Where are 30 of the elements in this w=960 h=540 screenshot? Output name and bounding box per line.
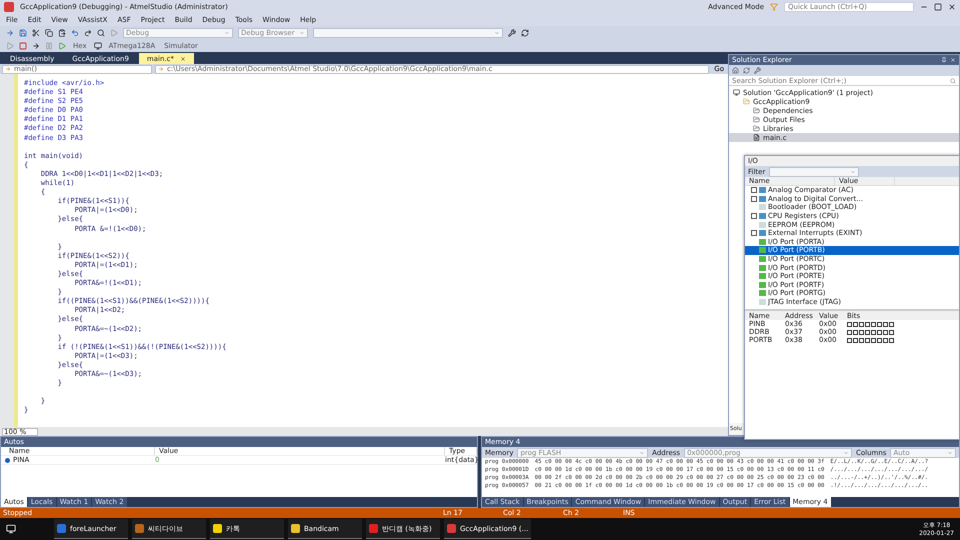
copy-icon[interactable]	[45, 28, 53, 36]
expand-icon[interactable]	[751, 230, 757, 236]
cut-icon[interactable]	[32, 28, 40, 36]
arrow-icon	[5, 66, 11, 72]
variable-icon	[5, 458, 10, 462]
home-icon[interactable]	[732, 67, 739, 74]
expand-icon[interactable]	[751, 213, 757, 220]
register-bits	[847, 322, 894, 327]
solution-icon	[733, 89, 740, 96]
pin-icon[interactable]	[941, 57, 947, 63]
paste-icon[interactable]	[58, 28, 66, 36]
wrench-icon[interactable]	[508, 28, 516, 36]
search-icon[interactable]	[97, 28, 105, 36]
step-icon[interactable]	[32, 42, 40, 50]
monitor-icon[interactable]	[94, 42, 102, 50]
stop-icon[interactable]	[19, 42, 27, 50]
maximize-icon[interactable]	[934, 3, 942, 11]
app-logo-icon	[4, 2, 14, 12]
redo-icon[interactable]	[84, 28, 92, 36]
save-icon[interactable]	[19, 28, 27, 36]
register-bits	[847, 330, 894, 335]
refresh-icon[interactable]	[521, 28, 529, 36]
arrow-icon	[158, 66, 164, 72]
file-icon	[753, 134, 760, 141]
close-icon[interactable]	[948, 3, 956, 11]
register-bits	[847, 338, 894, 343]
close-icon[interactable]	[180, 56, 186, 62]
undo-icon[interactable]	[71, 28, 79, 36]
start-icon[interactable]	[6, 524, 16, 534]
back-icon[interactable]	[6, 28, 14, 36]
